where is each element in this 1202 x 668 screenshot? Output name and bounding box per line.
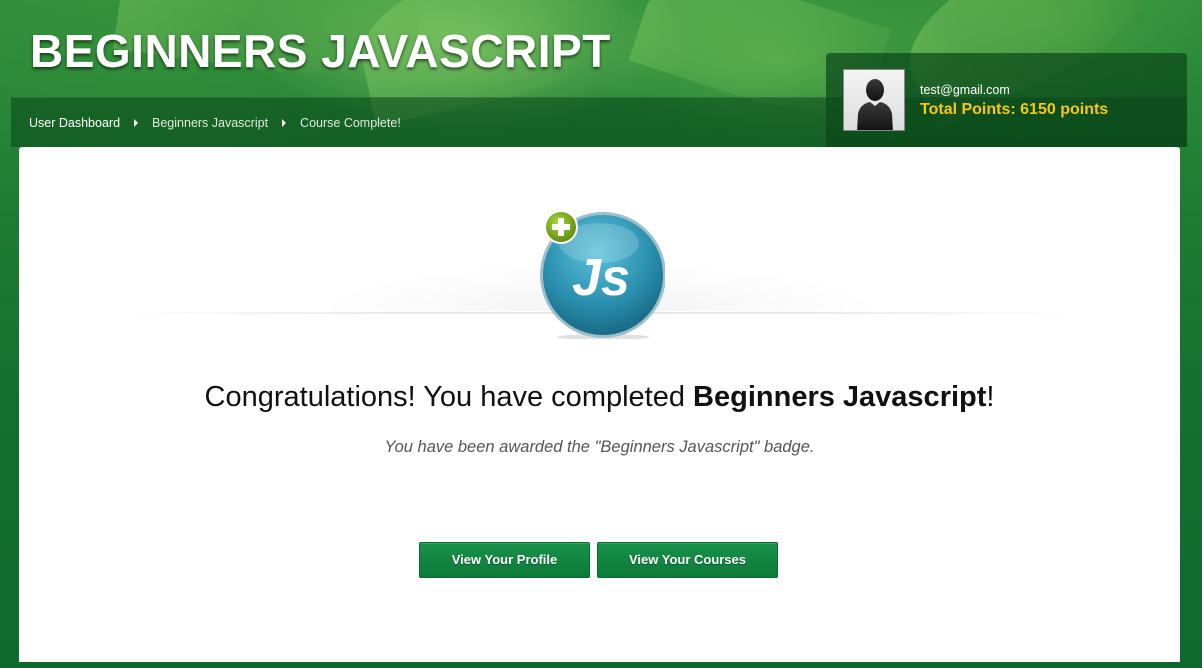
plus-icon [544,210,578,244]
breadcrumb-item-user-dashboard[interactable]: User Dashboard [29,116,120,130]
js-badge-icon: Js [535,209,666,340]
view-profile-button[interactable]: View Your Profile [419,542,590,578]
breadcrumb-arrow-icon [134,119,139,127]
completed-course-name: Beginners Javascript [693,381,987,413]
breadcrumb-arrow-icon [282,119,287,127]
view-courses-button[interactable]: View Your Courses [597,542,778,578]
user-email: test@gmail.com [920,83,1010,97]
congratulations-message: Congratulations! You have completed Begi… [204,381,995,413]
user-silhouette-icon[interactable] [843,69,905,131]
breadcrumb-item-course[interactable]: Beginners Javascript [152,116,268,130]
total-points-value: 6150 points [1020,101,1109,118]
total-points: Total Points: 6150 points [920,101,1108,119]
badge-text: Js [572,249,630,307]
bottom-border [0,662,1202,668]
user-panel: test@gmail.com Total Points: 6150 points [826,53,1187,147]
breadcrumb-item-current: Course Complete! [300,116,401,130]
main-content: Js Congratulations! You have completed B… [19,147,1180,668]
site-title: BEGINNERS JAVASCRIPT [30,25,611,77]
breadcrumb: User Dashboard Beginners Javascript Cour… [29,116,401,130]
badge-awarded-message: You have been awarded the "Beginners Jav… [384,438,815,456]
total-points-label: Total Points: [920,101,1016,118]
